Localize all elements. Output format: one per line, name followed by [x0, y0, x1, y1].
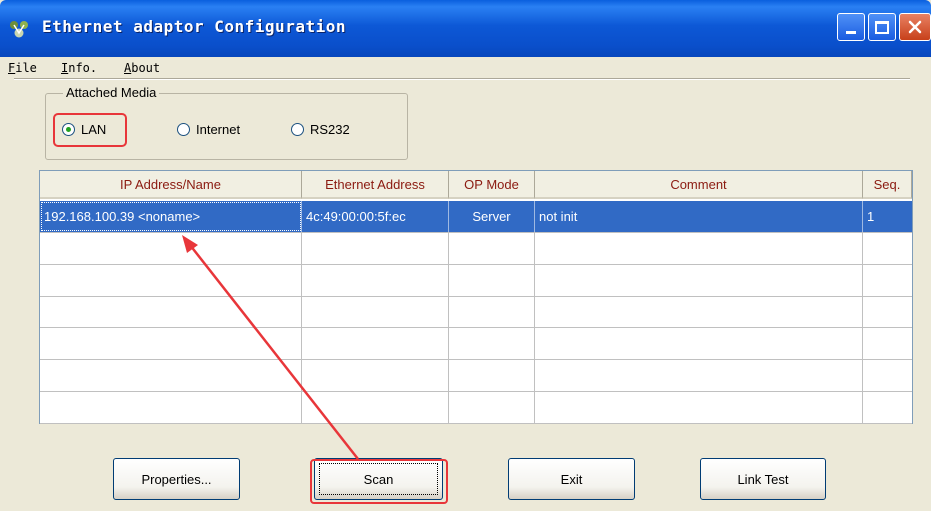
column-ethernet-address[interactable]: Ethernet Address: [302, 171, 449, 199]
table-cell: [535, 391, 863, 423]
table-cell: [863, 233, 912, 264]
link-test-button[interactable]: Link Test: [700, 458, 826, 500]
menu-bar: File Info. About: [0, 57, 931, 79]
table-row[interactable]: [40, 359, 912, 392]
minimize-icon: [846, 30, 856, 34]
table-cell: [40, 264, 302, 296]
table-cell: [302, 296, 449, 328]
table-cell: [449, 328, 535, 360]
table-cell: [535, 233, 863, 264]
maximize-button[interactable]: [868, 13, 896, 41]
table-cell: [535, 264, 863, 296]
title-bar: Ethernet adaptor Configuration: [0, 0, 931, 57]
table-row[interactable]: [40, 264, 912, 297]
radio-rs232[interactable]: RS232: [291, 122, 350, 137]
table-header: IP Address/Name Ethernet Address OP Mode…: [40, 171, 912, 199]
table-cell: [863, 265, 912, 296]
radio-internet-label: Internet: [196, 122, 241, 137]
table-cell: [302, 233, 449, 264]
menu-divider: [14, 78, 910, 80]
properties-button[interactable]: Properties...: [113, 458, 240, 500]
table-cell: [863, 392, 912, 423]
table-cell: [40, 296, 302, 328]
cell-ip-address: 192.168.100.39 <noname>: [40, 201, 302, 232]
table-cell: [535, 296, 863, 328]
radio-rs232-circle: [291, 123, 304, 136]
table-cell: [535, 328, 863, 360]
menu-info[interactable]: Info.: [61, 61, 97, 75]
cell-seq: 1: [867, 209, 875, 224]
radio-internet[interactable]: Internet: [177, 122, 240, 137]
table-cell: [449, 264, 535, 296]
table-cell: [449, 391, 535, 423]
radio-rs232-label: RS232: [310, 122, 350, 137]
table-cell: [863, 360, 912, 391]
close-button[interactable]: [899, 13, 931, 41]
column-seq[interactable]: Seq.: [863, 171, 912, 199]
scan-highlight-box: [310, 459, 448, 504]
table-row[interactable]: [40, 233, 912, 265]
column-ip-address[interactable]: IP Address/Name: [40, 171, 302, 199]
cell-comment: not init: [535, 201, 863, 232]
table-cell: [535, 359, 863, 391]
menu-file[interactable]: File: [8, 61, 37, 75]
table-cell: [449, 296, 535, 328]
table-cell: [40, 359, 302, 391]
table-cell: [40, 328, 302, 360]
table-row[interactable]: [40, 296, 912, 329]
lan-highlight-box: [53, 113, 127, 147]
table-row[interactable]: [40, 391, 912, 424]
table-row[interactable]: 192.168.100.39 <noname> 4c:49:00:00:5f:e…: [40, 201, 912, 233]
minimize-button[interactable]: [837, 13, 865, 41]
table-cell: [40, 233, 302, 264]
close-icon: [908, 20, 922, 34]
network-icon: [10, 21, 28, 38]
table-cell: [40, 391, 302, 423]
column-comment[interactable]: Comment: [535, 171, 863, 199]
table-cell: [302, 359, 449, 391]
maximize-icon: [875, 20, 889, 34]
column-op-mode[interactable]: OP Mode: [449, 171, 535, 199]
table-cell: [302, 391, 449, 423]
radio-internet-circle: [177, 123, 190, 136]
table-cell: [302, 328, 449, 360]
menu-about[interactable]: About: [124, 61, 160, 75]
exit-button[interactable]: Exit: [508, 458, 635, 500]
window-title: Ethernet adaptor Configuration: [42, 17, 346, 36]
table-cell: [302, 264, 449, 296]
table-cell: [863, 328, 912, 359]
table-row[interactable]: [40, 328, 912, 361]
table-cell: [863, 296, 912, 327]
table-cell: [449, 359, 535, 391]
cell-ethernet-address: 4c:49:00:00:5f:ec: [302, 201, 449, 232]
cell-op-mode: Server: [449, 201, 535, 232]
table-cell: [449, 233, 535, 264]
attached-media-label: Attached Media: [63, 85, 160, 100]
